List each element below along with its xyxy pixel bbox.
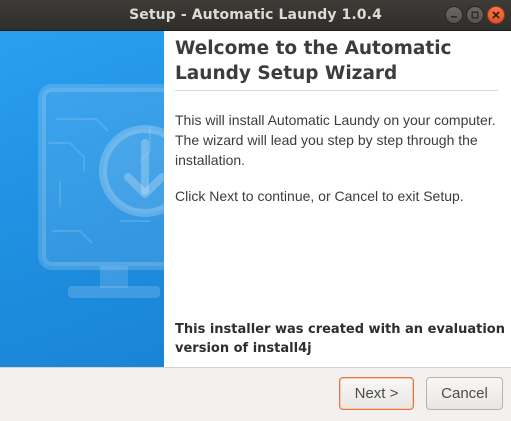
close-button[interactable] <box>487 6 505 24</box>
window-controls <box>445 6 505 24</box>
maximize-button[interactable] <box>466 6 484 24</box>
side-banner <box>0 31 164 367</box>
page-title: Welcome to the Automatic Laundy Setup Wi… <box>175 38 452 84</box>
title-bar[interactable]: Setup - Automatic Laundy 1.0.4 <box>0 0 511 31</box>
button-bar: Next > Cancel <box>0 367 511 421</box>
setup-window: Setup - Automatic Laundy 1.0.4 Welcome t… <box>0 0 511 421</box>
close-icon <box>492 11 500 19</box>
heading-divider <box>175 90 498 91</box>
minimize-button[interactable] <box>445 6 463 24</box>
instruction-text: Click Next to continue, or Cancel to exi… <box>175 188 464 204</box>
monitor-download-icon <box>38 84 164 298</box>
window-title: Setup - Automatic Laundy 1.0.4 <box>129 7 382 23</box>
maximize-icon <box>471 11 479 19</box>
cancel-button[interactable]: Cancel <box>426 377 503 410</box>
intro-text: This will install Automatic Laundy on yo… <box>175 112 496 168</box>
evaluation-notice: This installer was created with an evalu… <box>175 322 505 356</box>
minimize-icon <box>451 16 457 18</box>
next-button[interactable]: Next > <box>339 377 414 410</box>
content-panel: Welcome to the Automatic Laundy Setup Wi… <box>164 31 511 367</box>
